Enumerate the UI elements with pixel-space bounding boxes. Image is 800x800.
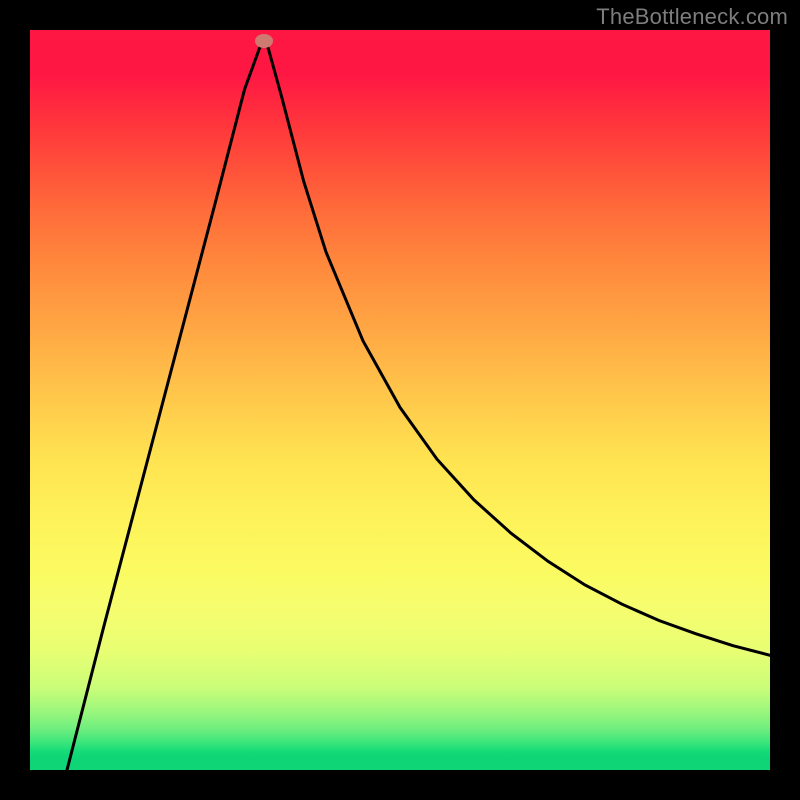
minimum-marker xyxy=(255,34,273,48)
chart-stage: TheBottleneck.com xyxy=(0,0,800,800)
attribution-label: TheBottleneck.com xyxy=(596,4,788,30)
plot-area xyxy=(30,30,770,770)
curve-path xyxy=(67,41,770,770)
curve-svg xyxy=(30,30,770,770)
